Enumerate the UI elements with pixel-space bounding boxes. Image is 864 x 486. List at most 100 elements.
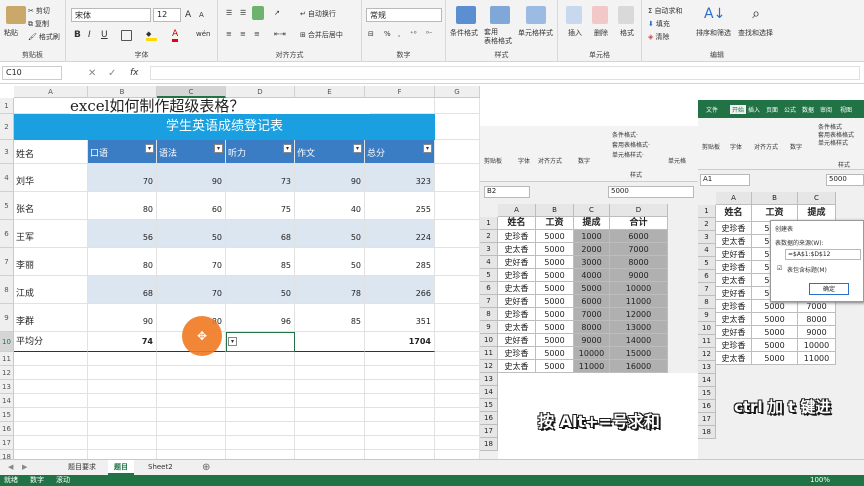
grid-cell[interactable] — [365, 422, 435, 436]
overlay2-cell[interactable]: 11000 — [798, 352, 836, 365]
overlay2-row-5[interactable]: 5 — [698, 257, 716, 270]
bold-button[interactable]: B — [74, 30, 81, 40]
sheet-tab-1[interactable]: 题目要求 — [62, 460, 102, 475]
cut-button[interactable]: ✂ 剪切 — [28, 6, 50, 16]
overlay2-cell[interactable]: 史好香 — [716, 248, 752, 261]
overlay1-cell[interactable]: 5000 — [536, 347, 574, 360]
score-cell[interactable]: 255 — [365, 192, 435, 220]
overlay2-cell[interactable]: 史太香 — [716, 235, 752, 248]
overlay2-cell[interactable]: 史珍香 — [716, 300, 752, 313]
header-3[interactable]: 听力 ▾ — [226, 140, 295, 164]
score-cell[interactable]: 80 — [88, 192, 157, 220]
grid-cell[interactable] — [226, 352, 295, 366]
font-name-select[interactable]: 宋体 — [71, 8, 151, 22]
delete-icon[interactable] — [592, 6, 608, 24]
sort-filter-button[interactable]: 排序和筛选 — [696, 28, 731, 38]
overlay1-cell[interactable]: 8000 — [610, 256, 668, 269]
shrink-font-button[interactable]: A — [199, 11, 204, 19]
header-4[interactable]: 作文 ▾ — [295, 140, 365, 164]
overlay2-tab[interactable]: 页面 — [766, 105, 778, 114]
grid-cell[interactable] — [157, 380, 226, 394]
score-cell[interactable]: 85 — [295, 304, 365, 332]
overlay2-row-4[interactable]: 4 — [698, 244, 716, 257]
overlay2-ribbon-item[interactable]: 单元格样式 — [818, 138, 848, 147]
grid-cell[interactable] — [14, 408, 88, 422]
zoom-level[interactable]: 100% — [810, 475, 830, 486]
overlay2-row-8[interactable]: 8 — [698, 296, 716, 309]
grid-cell[interactable] — [435, 164, 480, 192]
grid-cell[interactable] — [295, 380, 365, 394]
overlay1-cell[interactable]: 3000 — [574, 256, 610, 269]
worksheet-grid[interactable]: ABCDEFGH 1234567891011121314151617181920… — [0, 86, 480, 459]
overlay1-cell[interactable]: 1000 — [574, 230, 610, 243]
score-cell[interactable]: 285 — [365, 248, 435, 276]
overlay1-ribbon-item[interactable]: 数字 — [578, 156, 590, 165]
row-header-4[interactable]: 4 — [0, 164, 14, 192]
score-cell[interactable]: 50 — [295, 220, 365, 248]
score-cell[interactable]: 70 — [88, 164, 157, 192]
score-cell[interactable]: 85 — [226, 248, 295, 276]
overlay1-ribbon-item[interactable]: 字体 — [518, 156, 530, 165]
overlay2-col-C[interactable]: C — [798, 192, 836, 205]
overlay2-row-9[interactable]: 9 — [698, 309, 716, 322]
overlay2-ribbon-item[interactable]: 剪贴板 — [702, 142, 720, 151]
overlay2-row-6[interactable]: 6 — [698, 270, 716, 283]
percent-button[interactable]: % — [384, 30, 391, 38]
avg-e[interactable] — [295, 332, 365, 352]
currency-icon[interactable]: ⊟ — [368, 30, 374, 38]
score-cell[interactable]: 50 — [295, 248, 365, 276]
row-header-5[interactable]: 5 — [0, 192, 14, 220]
overlay2-cell[interactable]: 9000 — [798, 326, 836, 339]
grid-cell[interactable] — [157, 436, 226, 450]
grid-cell[interactable] — [365, 436, 435, 450]
overlay1-cell[interactable]: 7000 — [610, 243, 668, 256]
overlay2-cell[interactable]: 史太香 — [716, 313, 752, 326]
column-header-E[interactable]: E — [295, 86, 365, 98]
overlay2-cell[interactable]: 5000 — [752, 326, 798, 339]
new-sheet-icon[interactable]: ⊕ — [202, 462, 210, 473]
format-painter-button[interactable]: 🖌 格式刷 — [28, 32, 60, 42]
overlay1-cell[interactable]: 史太香 — [498, 243, 536, 256]
overlay2-tab[interactable]: 开始 — [730, 105, 747, 114]
merge-center-button[interactable]: ⊞ 合并后居中 — [300, 30, 343, 40]
grid-cell[interactable] — [226, 450, 295, 459]
grid-cell[interactable] — [295, 352, 365, 366]
overlay1-cell[interactable]: 5000 — [536, 243, 574, 256]
score-cell[interactable]: 70 — [157, 248, 226, 276]
header-2[interactable]: 语法 ▾ — [157, 140, 226, 164]
row-header-15[interactable]: 15 — [0, 408, 14, 422]
underline-button[interactable]: U — [101, 30, 108, 40]
overlay1-row-11[interactable]: 11 — [480, 347, 498, 360]
overlay1-col-B[interactable]: B — [536, 204, 574, 217]
grid-cell[interactable] — [88, 422, 157, 436]
clear-button[interactable]: ◈ 清除 — [648, 32, 669, 42]
overlay2-tab[interactable]: 数据 — [802, 105, 814, 114]
formula-input[interactable] — [150, 66, 860, 80]
grid-cell[interactable] — [435, 220, 480, 248]
overlay2-col-A[interactable]: A — [716, 192, 752, 205]
overlay1-ribbon-item[interactable]: 单元格样式· — [612, 150, 644, 159]
overlay2-row-16[interactable]: 16 — [698, 400, 716, 413]
overlay2-cell[interactable]: 史好香 — [716, 287, 752, 300]
overlay1-ribbon-item[interactable]: 样式 — [630, 170, 642, 179]
column-header-B[interactable]: B — [88, 86, 157, 98]
overlay2-row-18[interactable]: 18 — [698, 426, 716, 439]
score-cell[interactable]: 68 — [226, 220, 295, 248]
insert-button[interactable]: 插入 — [568, 28, 582, 38]
column-header-A[interactable]: A — [14, 86, 88, 98]
overlay2-row-14[interactable]: 14 — [698, 374, 716, 387]
overlay1-cell[interactable]: 6000 — [610, 230, 668, 243]
header-5[interactable]: 总分 ▾ — [365, 140, 435, 164]
overlay1-row-8[interactable]: 8 — [480, 308, 498, 321]
dialog-checkbox[interactable]: ☑ — [777, 265, 782, 272]
grid-cell[interactable] — [226, 380, 295, 394]
dialog-range-input[interactable]: =$A$1:$D$12 — [785, 249, 861, 260]
overlay1-cell[interactable]: 5000 — [536, 308, 574, 321]
grid-cell[interactable] — [435, 394, 480, 408]
orientation-icon[interactable]: ↗ — [274, 9, 280, 17]
dropdown-icon[interactable]: ▾ — [228, 337, 237, 346]
overlay2-namebox[interactable]: A1 — [700, 174, 750, 186]
row-header-18[interactable]: 18 — [0, 450, 14, 459]
function-icon[interactable]: fx — [130, 68, 139, 78]
format-as-table-icon[interactable] — [490, 6, 510, 24]
